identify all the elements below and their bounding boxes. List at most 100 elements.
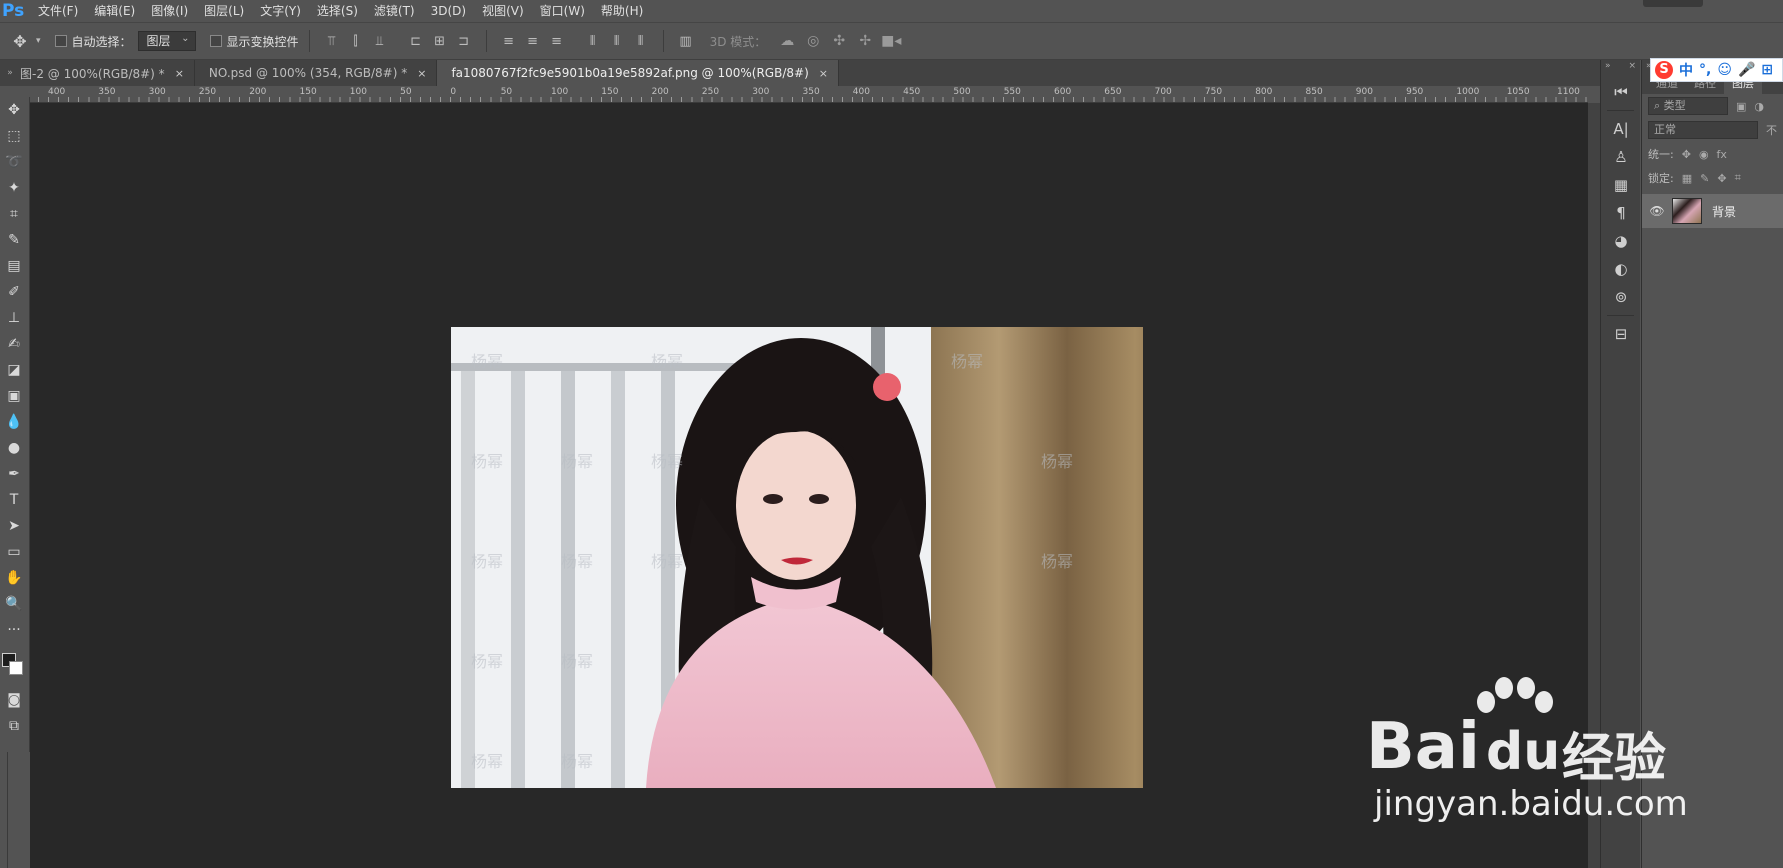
crop-tool-icon[interactable]: ⌗ bbox=[0, 201, 28, 227]
color-swatches[interactable] bbox=[0, 643, 28, 687]
distribute-right-icon[interactable]: ⦀ bbox=[629, 30, 653, 52]
color-panel-icon[interactable]: ◕ bbox=[1601, 227, 1641, 255]
chevron-down-icon[interactable]: ▾ bbox=[36, 36, 41, 46]
ime-toolbar[interactable]: S 中 °, ☺ 🎤 ⊞ bbox=[1650, 58, 1783, 82]
scale-3d-icon[interactable]: ■◂ bbox=[878, 33, 904, 49]
auto-select-checkbox[interactable] bbox=[54, 35, 67, 47]
dodge-tool-icon[interactable]: ● bbox=[0, 435, 28, 461]
unify-position-icon[interactable]: ✥ bbox=[1682, 148, 1691, 161]
close-icon[interactable]: × bbox=[819, 67, 828, 80]
distribute-top-icon[interactable]: ≡ bbox=[497, 30, 521, 52]
more-tools-icon[interactable]: ··· bbox=[0, 617, 28, 643]
menu-filter[interactable]: 滤镜(T) bbox=[366, 0, 423, 22]
screen-mode-icon[interactable]: ⧉ bbox=[0, 713, 28, 739]
tab-doc-2[interactable]: NO.psd @ 100% (354, RGB/8#) * × bbox=[194, 60, 438, 86]
image-filter-icon[interactable]: ▣ bbox=[1736, 100, 1746, 113]
glyphs-panel-icon[interactable]: ♙ bbox=[1601, 143, 1641, 171]
unify-style-icon[interactable]: fx bbox=[1717, 148, 1727, 161]
lasso-tool-icon[interactable]: ➰ bbox=[0, 149, 28, 175]
menu-select[interactable]: 选择(S) bbox=[309, 0, 366, 22]
slide-3d-icon[interactable]: ✢ bbox=[852, 33, 878, 49]
layer-filter-dropdown[interactable]: ⌕ 类型 bbox=[1648, 97, 1728, 115]
align-hcenter-icon[interactable]: ⊞ bbox=[428, 30, 452, 52]
menu-layer[interactable]: 图层(L) bbox=[196, 0, 252, 22]
history-brush-tool-icon[interactable]: ✍ bbox=[0, 331, 28, 357]
clone-stamp-tool-icon[interactable]: ⊥ bbox=[0, 305, 28, 331]
zoom-tool-icon[interactable]: 🔍 bbox=[0, 591, 28, 617]
tabs-scroll-icon[interactable]: » bbox=[0, 60, 20, 86]
ime-keyboard-icon[interactable]: ⊞ bbox=[1761, 62, 1773, 78]
auto-select-target-dropdown[interactable]: 图层 bbox=[137, 30, 196, 51]
menu-image[interactable]: 图像(I) bbox=[143, 0, 196, 22]
menu-window[interactable]: 窗口(W) bbox=[532, 0, 593, 22]
unify-visibility-icon[interactable]: ◉ bbox=[1699, 148, 1709, 161]
ime-voice-icon[interactable]: 🎤 bbox=[1738, 62, 1755, 78]
menu-help[interactable]: 帮助(H) bbox=[593, 0, 651, 22]
history-panel-icon[interactable]: ⏮ bbox=[1601, 78, 1641, 106]
align-top-icon[interactable]: ⫪ bbox=[320, 30, 344, 52]
document-image[interactable]: 杨幂 杨幂 杨幂 杨幂 杨幂 杨幂 杨幂 杨幂 杨幂 杨幂 杨幂 杨幂 杨幂 杨… bbox=[451, 327, 1143, 788]
brush-tool-icon[interactable]: ✐ bbox=[0, 279, 28, 305]
libraries-panel-icon[interactable]: ⊚ bbox=[1601, 283, 1641, 311]
adjust-filter-icon[interactable]: ◑ bbox=[1754, 100, 1764, 113]
properties-panel-icon[interactable]: ⊟ bbox=[1601, 320, 1641, 348]
tab-doc-1[interactable]: 图-2 @ 100%(RGB/8#) * × bbox=[20, 60, 195, 86]
ime-emoji-icon[interactable]: ☺ bbox=[1717, 62, 1732, 78]
blend-mode-dropdown[interactable]: 正常 bbox=[1648, 121, 1758, 139]
menu-type[interactable]: 文字(Y) bbox=[252, 0, 309, 22]
quick-mask-icon[interactable]: ◙ bbox=[0, 687, 28, 713]
paragraph-panel-icon[interactable]: ¶ bbox=[1601, 199, 1641, 227]
magic-wand-tool-icon[interactable]: ✦ bbox=[0, 175, 28, 201]
ruler-tick-label: 150 bbox=[601, 87, 619, 97]
align-right-icon[interactable]: ⊐ bbox=[452, 30, 476, 52]
menu-edit[interactable]: 编辑(E) bbox=[86, 0, 143, 22]
marquee-tool-icon[interactable]: ⬚ bbox=[0, 123, 28, 149]
hand-tool-icon[interactable]: ✋ bbox=[0, 565, 28, 591]
show-transform-checkbox[interactable] bbox=[209, 35, 222, 47]
eye-icon[interactable]: 👁 bbox=[1642, 204, 1672, 218]
character-panel-icon[interactable]: A| bbox=[1601, 115, 1641, 143]
layer-item[interactable]: 👁 背景 bbox=[1642, 194, 1783, 228]
horizontal-ruler[interactable]: 400 350 300 250 200 150 100 50 0 50 100 150 200 250 30… bbox=[28, 86, 1588, 103]
distribute-vcenter-icon[interactable]: ≡ bbox=[521, 30, 545, 52]
distribute-bottom-icon[interactable]: ≡ bbox=[545, 30, 569, 52]
lock-transparent-icon[interactable]: ▦ bbox=[1682, 172, 1692, 185]
eraser-tool-icon[interactable]: ◪ bbox=[0, 357, 28, 383]
pan-3d-icon[interactable]: ✣ bbox=[826, 33, 852, 49]
auto-align-icon[interactable]: ▥ bbox=[674, 30, 698, 52]
menu-3d[interactable]: 3D(D) bbox=[423, 0, 474, 22]
close-icon[interactable]: × bbox=[175, 67, 184, 80]
healing-brush-tool-icon[interactable]: ▤ bbox=[0, 253, 28, 279]
table-panel-icon[interactable]: ▦ bbox=[1601, 171, 1641, 199]
ime-punct-toggle[interactable]: °, bbox=[1699, 62, 1711, 78]
blur-tool-icon[interactable]: 💧 bbox=[0, 409, 28, 435]
align-left-icon[interactable]: ⊏ bbox=[404, 30, 428, 52]
expand-panels-icon[interactable]: » bbox=[1605, 61, 1611, 71]
type-tool-icon[interactable]: T bbox=[0, 487, 28, 513]
menu-view[interactable]: 视图(V) bbox=[474, 0, 532, 22]
move-tool-preset-icon[interactable]: ✥ bbox=[0, 32, 40, 51]
adjustments-panel-icon[interactable]: ◐ bbox=[1601, 255, 1641, 283]
distribute-hcenter-icon[interactable]: ⦀ bbox=[605, 30, 629, 52]
eyedropper-tool-icon[interactable]: ✎ bbox=[0, 227, 28, 253]
lock-position-icon[interactable]: ✥ bbox=[1717, 172, 1726, 185]
tab-doc-3[interactable]: fa1080767f2fc9e5901b0a19e5892af.png @ 10… bbox=[437, 60, 839, 86]
align-vcenter-icon[interactable]: ⫿ bbox=[344, 30, 368, 52]
path-select-tool-icon[interactable]: ➤ bbox=[0, 513, 28, 539]
move-tool-icon[interactable]: ✥ bbox=[0, 97, 28, 123]
close-icon[interactable]: × bbox=[417, 67, 426, 80]
background-color-swatch[interactable] bbox=[9, 661, 23, 675]
menu-file[interactable]: 文件(F) bbox=[30, 0, 86, 22]
distribute-left-icon[interactable]: ⦀ bbox=[581, 30, 605, 52]
lock-paint-icon[interactable]: ✎ bbox=[1700, 172, 1709, 185]
close-icon[interactable]: × bbox=[1628, 61, 1636, 71]
window-control[interactable] bbox=[1643, 0, 1703, 7]
ime-lang-toggle[interactable]: 中 bbox=[1679, 60, 1693, 80]
roll-3d-icon[interactable]: ◎ bbox=[800, 33, 826, 49]
gradient-tool-icon[interactable]: ▣ bbox=[0, 383, 28, 409]
orbit-3d-icon[interactable]: ☁ bbox=[774, 33, 800, 49]
pen-tool-icon[interactable]: ✒ bbox=[0, 461, 28, 487]
rectangle-tool-icon[interactable]: ▭ bbox=[0, 539, 28, 565]
align-bottom-icon[interactable]: ⫫ bbox=[368, 30, 392, 52]
lock-artboard-icon[interactable]: ⌗ bbox=[1735, 171, 1741, 185]
